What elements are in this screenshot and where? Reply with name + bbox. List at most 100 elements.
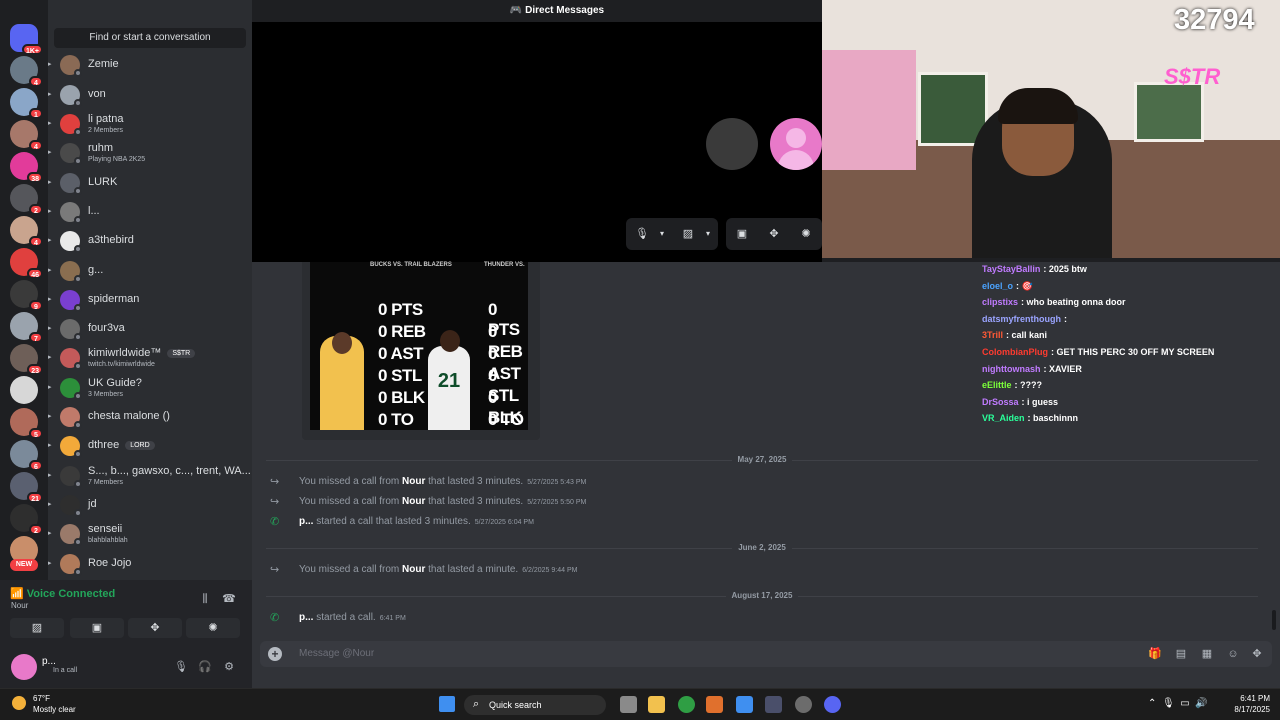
caller-name[interactable]: Nour (402, 564, 425, 575)
dm-item[interactable]: ▸ S..., b..., gawsxo, c..., trent, WA... 7… (48, 463, 252, 491)
scrollbar[interactable] (1272, 610, 1276, 630)
camera-toggle-button[interactable]: ▨ (10, 618, 64, 638)
system-tray[interactable]: ⌃ 🎙 ▭ 🔊 (1148, 698, 1208, 709)
server-icon[interactable]: 7 (10, 312, 43, 343)
dm-item[interactable]: ▸ l... (48, 199, 252, 227)
dm-item[interactable]: ▸ LURK (48, 170, 252, 198)
dm-item[interactable]: ▸ four3va (48, 316, 252, 344)
dm-item[interactable]: ▸ chesta malone () (48, 404, 252, 432)
microphone-icon[interactable]: 🎙 (1162, 698, 1175, 709)
avatar (60, 436, 82, 458)
embedded-image-card[interactable]: BUCKS VS. TRAIL BLAZERS THUNDER VS. 21 0… (302, 262, 540, 440)
activities-icon[interactable]: ✥ (766, 227, 782, 241)
server-icon[interactable]: 38 (10, 152, 43, 183)
dm-name-text: UK Guide? (88, 377, 142, 389)
taskbar-search[interactable]: ⌕ Quick search (464, 695, 606, 715)
message-input[interactable]: Message @Nour (299, 648, 374, 659)
new-servers-indicator[interactable]: NEW (10, 559, 38, 573)
find-conversation-button[interactable]: Find or start a conversation (54, 28, 246, 48)
disconnect-icon[interactable]: ☎ (222, 592, 236, 606)
task-view-icon[interactable] (620, 696, 637, 713)
server-icon[interactable]: 21 (10, 472, 43, 503)
caller-name[interactable]: p... (299, 516, 313, 527)
microphone-icon[interactable]: 🎙 (634, 227, 650, 241)
caller-name[interactable]: p... (299, 612, 313, 623)
activities-button[interactable]: ✥ (128, 618, 182, 638)
status-indicator (74, 187, 82, 195)
soundboard-button[interactable]: ✺ (186, 618, 240, 638)
server-icon[interactable]: 46 (10, 248, 43, 279)
chrome-icon[interactable] (678, 696, 695, 713)
avatar[interactable] (11, 654, 37, 680)
caller-name[interactable]: Nour (402, 476, 425, 487)
timestamp: 5/27/2025 5:43 PM (527, 479, 587, 486)
volume-icon[interactable]: 🔊 (1195, 698, 1207, 709)
server-icon[interactable]: 4 (10, 56, 43, 87)
server-icon[interactable]: 2 (10, 184, 43, 215)
dm-item[interactable]: ▸ g... (48, 258, 252, 286)
dm-item[interactable]: ▸ ruhm Playing NBA 2K25 (48, 140, 252, 168)
dm-item[interactable]: ▸ jd (48, 492, 252, 520)
player-figure: 21 (428, 330, 470, 430)
dm-item[interactable]: ▸ kimiwrldwide™ S$TR twitch.tv/kimiwrldwide (48, 345, 252, 373)
server-icon[interactable]: 5 (10, 408, 43, 439)
notification-badge: 7 (29, 332, 43, 343)
dm-item[interactable]: ▸ a3thebird (48, 228, 252, 256)
dm-item[interactable]: ▸ li patna 2 Members (48, 111, 252, 139)
chevron-right-icon: ▸ (48, 208, 52, 215)
dm-item[interactable]: ▸ Zemie (48, 52, 252, 80)
gear-icon[interactable]: ⚙ (222, 660, 236, 674)
participant-avatar[interactable] (706, 118, 758, 170)
participant-avatar[interactable] (770, 118, 822, 170)
server-icon[interactable]: 6 (10, 440, 43, 471)
dm-item[interactable]: ▸ dthree LORD (48, 433, 252, 461)
plus-icon[interactable]: + (268, 647, 282, 661)
windows-start-icon[interactable] (439, 696, 455, 712)
screen-share-icon[interactable]: ▣ (734, 227, 750, 241)
dm-item[interactable]: ▸ Roe Jojo (48, 551, 252, 579)
app-icon[interactable] (795, 696, 812, 713)
clock[interactable]: 6:41 PM 8/17/2025 (1220, 693, 1270, 715)
taskbar: 67°F Mostly clear ⌕ Quick search ⌃ 🎙 ▭ 🔊… (0, 688, 1280, 720)
apps-icon[interactable]: ✥ (1250, 647, 1264, 661)
server-icon[interactable] (10, 376, 38, 404)
dm-item[interactable]: ▸ UK Guide? 3 Members (48, 375, 252, 403)
app-icon[interactable] (706, 696, 723, 713)
home-button[interactable]: 1K+ (10, 24, 43, 55)
dm-name: four3va (88, 322, 125, 334)
notification-badge: 23 (27, 364, 43, 375)
gif-icon[interactable]: ▤ (1174, 647, 1188, 661)
chevron-down-icon[interactable]: ▾ (700, 227, 716, 241)
dm-item[interactable]: ▸ von (48, 82, 252, 110)
dm-item[interactable]: ▸ senseii blahblahblah (48, 521, 252, 549)
server-icon[interactable]: 9 (10, 280, 43, 311)
sticker-icon[interactable]: ▦ (1200, 647, 1214, 661)
emoji-icon[interactable]: ☺ (1226, 647, 1240, 661)
chevron-down-icon[interactable]: ▾ (654, 227, 670, 241)
network-icon[interactable]: ▭ (1180, 698, 1189, 709)
dm-subtext: twitch.tv/kimiwrldwide (88, 361, 155, 368)
taskbar-search-label: Quick search (489, 700, 542, 710)
file-explorer-icon[interactable] (648, 696, 665, 713)
dm-name: ruhm (88, 142, 113, 154)
dm-subtext: Playing NBA 2K25 (88, 156, 146, 163)
chevron-up-icon[interactable]: ⌃ (1148, 698, 1156, 709)
server-icon[interactable]: 23 (10, 344, 43, 375)
soundboard-icon[interactable]: ✺ (798, 227, 814, 241)
noise-suppression-icon[interactable]: ⫼ (198, 592, 212, 606)
camera-off-icon[interactable]: ▨ (680, 227, 696, 241)
discord-icon[interactable] (824, 696, 841, 713)
dm-item[interactable]: ▸ spiderman (48, 287, 252, 315)
server-icon[interactable]: 4 (10, 120, 43, 151)
server-icon[interactable]: 4 (10, 216, 43, 247)
microphone-icon[interactable]: 🎙 (174, 660, 188, 674)
server-icon[interactable]: 2 (10, 504, 43, 535)
store-icon[interactable] (736, 696, 753, 713)
headphones-icon[interactable]: 🎧 (198, 660, 212, 674)
app-icon[interactable] (765, 696, 782, 713)
gift-icon[interactable]: 🎁 (1148, 647, 1162, 661)
server-icon[interactable]: 1 (10, 88, 43, 119)
user-panel[interactable]: p... In a call 🎙 🎧 ⚙ (0, 650, 252, 688)
screen-share-button[interactable]: ▣ (70, 618, 124, 638)
caller-name[interactable]: Nour (402, 496, 425, 507)
